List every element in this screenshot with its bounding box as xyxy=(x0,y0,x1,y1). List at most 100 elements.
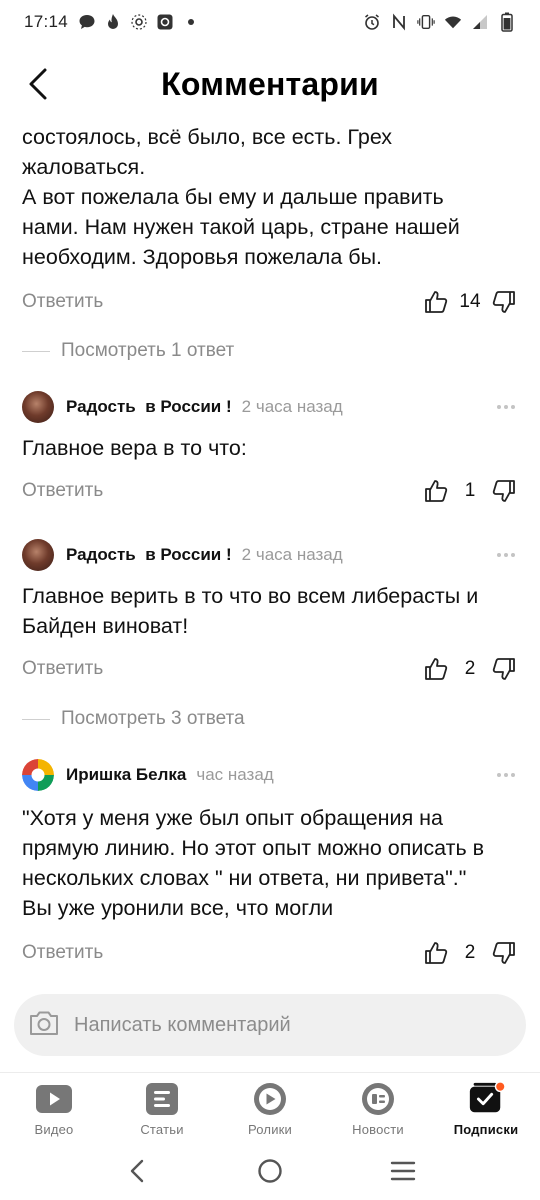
like-button[interactable] xyxy=(422,477,450,505)
comment-text-line: Байден виноват! xyxy=(22,614,189,638)
like-count: 1 xyxy=(464,480,476,501)
comment-text: состоялось, всё было, все есть. Грех жал… xyxy=(0,122,540,272)
system-nav-bar xyxy=(0,1142,540,1200)
avatar[interactable] xyxy=(22,391,54,423)
replies-divider xyxy=(22,350,50,352)
comment-votes: 2 xyxy=(422,939,518,967)
comment-text-line: нескольких словах " ни ответа, ни привет… xyxy=(22,866,467,890)
more-dots-icon xyxy=(497,773,515,777)
reply-button[interactable]: Ответить xyxy=(22,291,103,313)
tab-shorts[interactable]: Ролики xyxy=(216,1073,324,1142)
shorts-icon xyxy=(251,1081,289,1117)
nfc-icon xyxy=(390,13,408,31)
like-button[interactable] xyxy=(422,288,450,316)
tab-label: Новости xyxy=(352,1122,404,1137)
view-replies-button[interactable]: Посмотреть 3 ответа xyxy=(0,699,540,739)
thumbs-up-icon xyxy=(425,942,448,964)
comment-text-line: Вы уже уронили все, что могли xyxy=(22,896,334,920)
comment-text-line: "Хотя у меня уже был опыт обращения на xyxy=(22,806,444,830)
dislike-button[interactable] xyxy=(490,939,518,967)
comment-item: Радость в России ! 2 часа назад Главное … xyxy=(0,387,540,511)
avatar[interactable] xyxy=(22,539,54,571)
news-icon xyxy=(359,1081,397,1117)
battery-icon xyxy=(498,12,516,32)
comment-votes: 1 xyxy=(422,477,518,505)
view-replies-button[interactable]: Посмотреть 1 ответ xyxy=(0,331,540,371)
wifi-icon xyxy=(444,13,462,31)
author-name[interactable]: Радость в России ! xyxy=(66,397,232,417)
reply-button[interactable]: Ответить xyxy=(22,658,103,680)
more-dots-icon xyxy=(497,553,515,557)
article-icon xyxy=(143,1081,181,1117)
comment-text-line: прямую линию. Но этот опыт можно описать… xyxy=(22,836,485,860)
comment-text-line: нами. Нам нужен такой царь, стране нашей xyxy=(22,215,460,239)
camera-icon[interactable] xyxy=(28,1009,60,1042)
more-dots-icon xyxy=(497,405,515,409)
like-button[interactable] xyxy=(422,939,450,967)
like-count: 2 xyxy=(464,658,476,679)
replies-divider xyxy=(22,718,50,720)
back-button[interactable] xyxy=(18,64,58,104)
view-replies-label: Посмотреть 1 ответ xyxy=(61,340,235,361)
thumbs-up-icon xyxy=(425,291,448,313)
dislike-button[interactable] xyxy=(490,655,518,683)
comment-text-line: жаловаться. xyxy=(22,155,146,179)
chat-notification-icon xyxy=(78,13,96,31)
tab-label: Ролики xyxy=(247,1122,293,1137)
comment-text: Главное вера в то что: xyxy=(0,433,540,463)
more-options-button[interactable] xyxy=(494,543,518,567)
dislike-button[interactable] xyxy=(490,477,518,505)
thumbs-down-icon xyxy=(492,658,515,680)
status-time: 17:14 xyxy=(24,12,69,31)
thumbs-up-icon xyxy=(425,480,448,502)
comment-actions: Ответить 2 xyxy=(0,649,540,689)
comment-text-line: необходим. Здоровья пожелала бы. xyxy=(22,245,383,269)
comment-item: Иришка Белка час назад "Хотя у меня уже … xyxy=(0,755,540,973)
nav-home-button[interactable] xyxy=(250,1151,290,1191)
tab-articles[interactable]: Статьи xyxy=(108,1073,216,1142)
comment-text-line: А вот пожелала бы ему и дальше править xyxy=(22,185,444,209)
comment-text: "Хотя у меня уже был опыт обращения на п… xyxy=(0,803,540,923)
reply-button[interactable]: Ответить xyxy=(22,942,103,964)
comment-actions: Ответить 2 xyxy=(0,933,540,973)
nav-back-icon xyxy=(130,1159,143,1183)
dislike-button[interactable] xyxy=(490,288,518,316)
more-options-button[interactable] xyxy=(494,763,518,787)
comment-votes: 2 xyxy=(422,655,518,683)
tab-video[interactable]: Видео xyxy=(0,1073,108,1142)
comment-item: Радость в России ! 2 часа назад Главное … xyxy=(0,535,540,739)
nav-home-icon xyxy=(258,1159,282,1183)
comment-header: Радость в России ! 2 часа назад xyxy=(0,387,540,427)
nav-back-button[interactable] xyxy=(117,1151,157,1191)
comment-text-line: Главное вера в то что: xyxy=(22,436,247,460)
comment-text: Главное верить в то что во всем либераст… xyxy=(0,581,540,641)
comment-header: Иришка Белка час назад xyxy=(0,755,540,795)
like-count: 2 xyxy=(464,942,476,963)
reply-button[interactable]: Ответить xyxy=(22,480,103,502)
thumbs-down-icon xyxy=(492,291,515,313)
more-options-button[interactable] xyxy=(494,395,518,419)
comment-text-line: Главное верить в то что во всем либераст… xyxy=(22,584,479,608)
comment-input[interactable]: Написать комментарий xyxy=(14,994,526,1056)
author-name[interactable]: Иришка Белка xyxy=(66,765,186,785)
vibrate-icon xyxy=(417,13,435,31)
author-name[interactable]: Радость в России ! xyxy=(66,545,232,565)
tab-subscriptions[interactable]: Подписки xyxy=(432,1073,540,1142)
comment-item: состоялось, всё было, все есть. Грех жал… xyxy=(0,122,540,371)
status-bar: 17:14 xyxy=(0,0,540,44)
comments-list[interactable]: состоялось, всё было, все есть. Грех жал… xyxy=(0,116,540,986)
thumbs-down-icon xyxy=(492,942,515,964)
app-notification-icon xyxy=(130,13,148,31)
avatar[interactable] xyxy=(22,759,54,791)
comment-time: час назад xyxy=(196,765,274,784)
like-count: 14 xyxy=(459,291,481,312)
like-button[interactable] xyxy=(422,655,450,683)
comment-time: 2 часа назад xyxy=(241,545,343,564)
view-replies-label: Посмотреть 3 ответа xyxy=(61,708,245,729)
thumbs-down-icon xyxy=(492,480,515,502)
subscriptions-icon xyxy=(467,1081,505,1117)
comment-actions: Ответить 14 xyxy=(0,282,540,322)
tab-news[interactable]: Новости xyxy=(324,1073,432,1142)
nav-recents-button[interactable] xyxy=(383,1151,423,1191)
thumbs-up-icon xyxy=(425,658,448,680)
